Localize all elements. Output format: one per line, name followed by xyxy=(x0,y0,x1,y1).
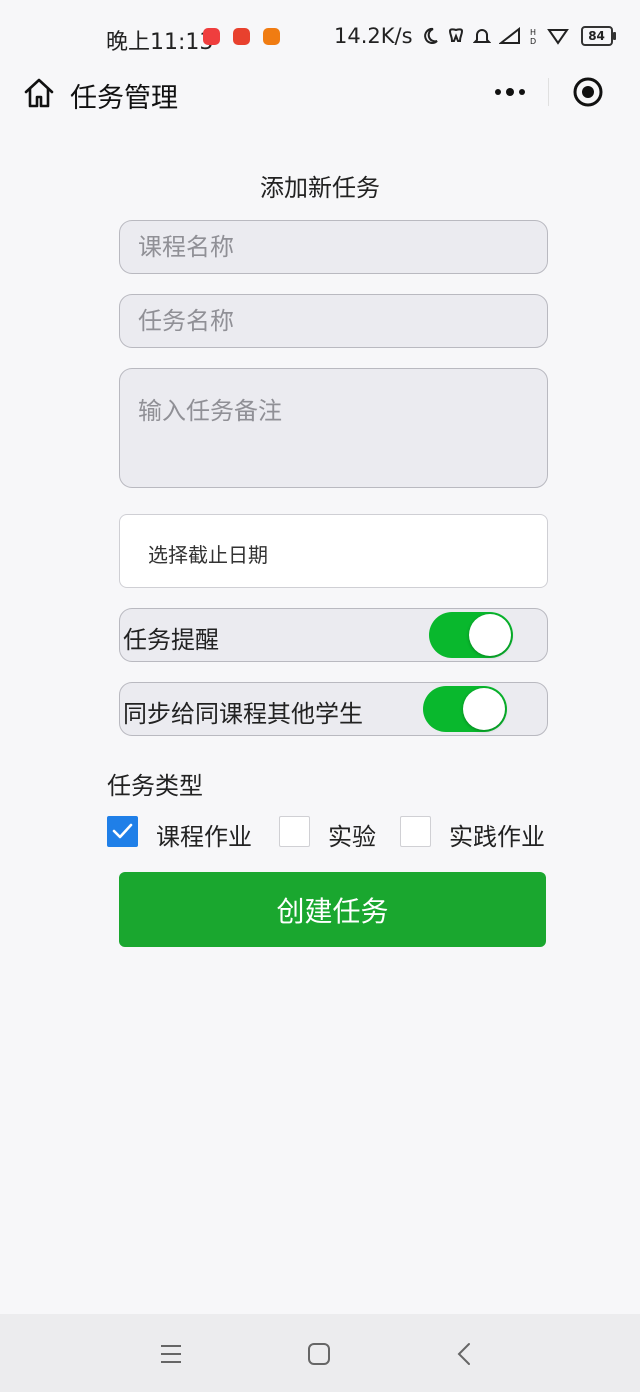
create-task-button[interactable]: 创建任务 xyxy=(119,872,546,947)
due-date-label: 选择截止日期 xyxy=(148,543,268,567)
close-miniprogram-icon[interactable] xyxy=(572,76,604,108)
checkmark-icon xyxy=(112,823,133,839)
toggle-knob xyxy=(469,614,511,656)
status-indicators: 14.2K/s HD 84 xyxy=(334,24,616,48)
task-name-field xyxy=(119,294,548,348)
page-title: 任务管理 xyxy=(70,83,178,114)
signal-icon xyxy=(498,27,520,44)
system-nav-bar xyxy=(0,1314,640,1392)
course-name-input[interactable] xyxy=(120,221,547,273)
more-icon[interactable] xyxy=(494,82,526,102)
status-bar: 晚上11:13 14.2K/s HD 84 xyxy=(0,0,640,76)
home-icon[interactable] xyxy=(22,76,56,110)
type-checkbox-practice-homework[interactable] xyxy=(400,816,431,847)
status-time: 晚上11:13 xyxy=(106,30,214,55)
notification-app-icon xyxy=(203,28,220,45)
type-label-course-homework[interactable]: 课程作业 xyxy=(156,817,252,852)
moon-icon xyxy=(423,27,438,44)
svg-text:D: D xyxy=(530,37,536,45)
reminder-row: 任务提醒 xyxy=(119,608,548,662)
back-icon[interactable] xyxy=(451,1340,479,1368)
type-label-practice-homework[interactable]: 实践作业 xyxy=(449,817,545,852)
nav-bar: 任务管理 xyxy=(0,68,640,118)
sync-row: 同步给同课程其他学生 xyxy=(119,682,548,736)
form-title: 添加新任务 xyxy=(260,174,380,202)
reminder-toggle[interactable] xyxy=(429,612,513,658)
task-type-label: 任务类型 xyxy=(107,772,203,800)
type-checkbox-experiment[interactable] xyxy=(279,816,310,847)
sync-toggle[interactable] xyxy=(423,686,507,732)
tooth-icon xyxy=(448,28,463,42)
network-speed: 14.2K/s xyxy=(334,24,413,48)
home-square-icon[interactable] xyxy=(305,1340,333,1368)
hd-icon: HD xyxy=(530,28,536,45)
capsule-divider xyxy=(548,78,549,106)
svg-text:H: H xyxy=(530,28,536,37)
task-name-input[interactable] xyxy=(120,295,547,347)
course-name-field xyxy=(119,220,548,274)
sync-label: 同步给同课程其他学生 xyxy=(123,700,363,728)
wifi-icon xyxy=(546,29,569,45)
notification-app-icon xyxy=(263,28,280,45)
type-label-experiment[interactable]: 实验 xyxy=(328,817,376,852)
battery-icon: 84 xyxy=(580,26,616,46)
due-date-picker[interactable]: 选择截止日期 xyxy=(119,514,548,588)
notification-app-icon xyxy=(233,28,250,45)
type-checkbox-course-homework[interactable] xyxy=(107,816,138,847)
note-field xyxy=(119,368,548,488)
bell-icon xyxy=(472,29,491,43)
menu-icon[interactable] xyxy=(157,1340,185,1368)
toggle-knob xyxy=(463,688,505,730)
note-textarea[interactable] xyxy=(120,369,547,487)
reminder-label: 任务提醒 xyxy=(123,626,219,654)
